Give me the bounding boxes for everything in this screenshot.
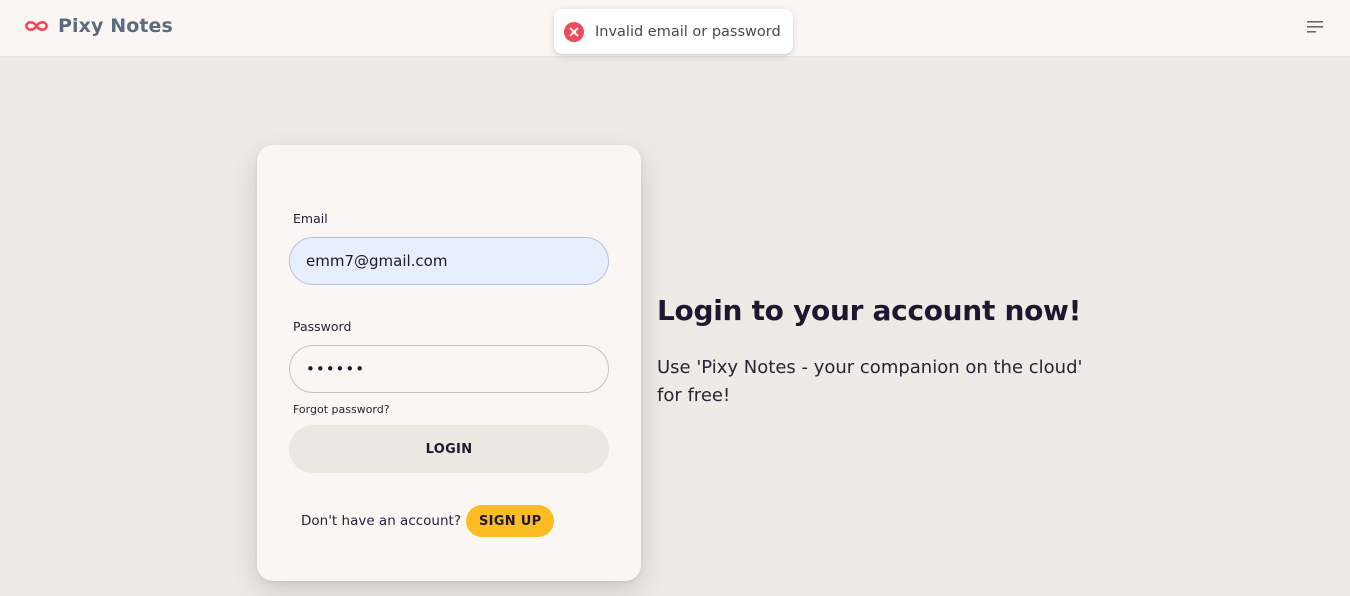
email-field[interactable]: emm7@gmail.com <box>289 237 609 285</box>
password-field[interactable]: •••••• <box>289 345 609 393</box>
menu-button[interactable] <box>1306 18 1324 36</box>
brand-name: Pixy Notes <box>58 15 173 37</box>
error-icon <box>564 21 584 42</box>
signup-row: Don't have an account? SIGN UP <box>301 505 555 537</box>
hero-title: Login to your account now! <box>657 294 1082 327</box>
email-label: Email <box>293 211 328 226</box>
hero-text: Use 'Pixy Notes - your companion on the … <box>657 357 1083 406</box>
password-label: Password <box>293 319 352 334</box>
login-card: Email emm7@gmail.com Password •••••• For… <box>257 145 641 581</box>
menu-icon <box>1307 21 1323 33</box>
login-button[interactable]: LOGIN <box>289 425 609 473</box>
toast-message: Invalid email or password <box>595 23 781 40</box>
signup-prompt: Don't have an account? <box>301 513 461 529</box>
forgot-password-link[interactable]: Forgot password? <box>293 403 390 416</box>
infinity-icon <box>25 21 48 31</box>
signup-button[interactable]: SIGN UP <box>466 505 555 537</box>
brand-link[interactable]: Pixy Notes <box>23 14 173 38</box>
error-toast: Invalid email or password <box>554 9 793 54</box>
